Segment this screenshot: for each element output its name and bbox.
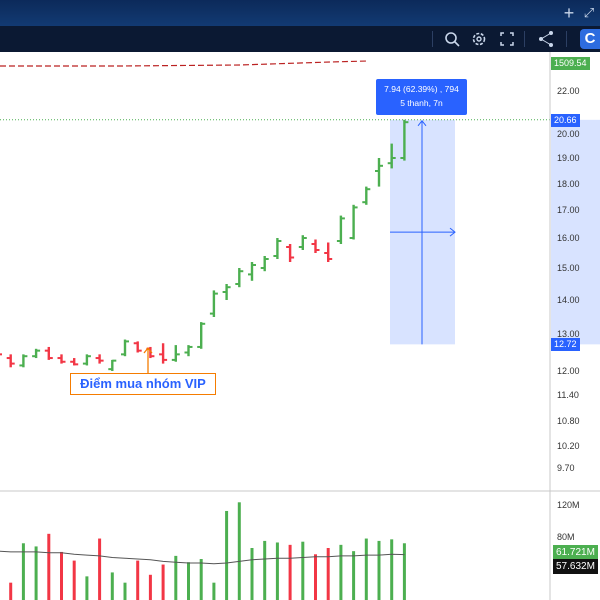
measure-tooltip: 7.94 (62.39%) , 794 5 thanh, 7n (376, 79, 467, 115)
volume-tick-label: 80M (557, 531, 575, 542)
volume-bar (9, 582, 13, 600)
volume-bar (390, 539, 394, 600)
price-bar (209, 290, 218, 317)
volume-bar (161, 564, 165, 600)
price-bar (0, 353, 2, 356)
volume-bar (47, 533, 51, 600)
price-bar (286, 244, 295, 262)
volume-bar (288, 544, 292, 600)
volume-bar (98, 538, 102, 600)
price-bar (95, 354, 104, 364)
volume-bar (377, 540, 381, 600)
volume-bar (326, 548, 330, 600)
volume-bar (364, 538, 368, 600)
volume-bar (148, 574, 152, 600)
measure-change-text: 7.94 (62.39%) , 794 (384, 84, 459, 94)
price-tick-label: 22.00 (557, 86, 580, 96)
price-tick-label: 14.00 (557, 295, 580, 305)
volume-bar (199, 559, 203, 600)
measure-bars-text: 5 thanh, 7n (400, 98, 443, 108)
price-tick-label: 10.20 (557, 441, 580, 451)
volume-bars (9, 502, 406, 600)
price-tick-label: 16.00 (557, 233, 580, 243)
price-tick-label: 19.00 (557, 153, 580, 163)
buy-point-annotation[interactable]: Điểm mua nhóm VIP (70, 373, 216, 395)
indicator-value-tag: 1509.54 (551, 57, 590, 70)
price-bar (324, 242, 333, 262)
price-tick-label: 18.00 (557, 179, 580, 189)
price-bar (235, 268, 244, 288)
price-bar (44, 346, 53, 360)
volume-bar (352, 551, 356, 600)
price-bar (6, 354, 15, 368)
price-bar (311, 239, 320, 253)
price-bar (197, 322, 206, 349)
price-tick-label: 15.00 (557, 263, 580, 273)
price-bar (184, 345, 193, 357)
price-bar (222, 284, 231, 300)
volume-bar (237, 502, 241, 600)
volume-bar (110, 572, 114, 600)
volume-bar (187, 562, 190, 600)
volume-tick-label: 120M (557, 500, 580, 511)
volume-bar (225, 510, 229, 600)
price-bar (349, 204, 358, 240)
price-tick-label: 20.00 (557, 129, 580, 139)
price-bar (171, 345, 180, 362)
volume-bar (301, 541, 305, 600)
price-bar (260, 256, 269, 272)
measure-top-price-tag: 20.66 (551, 114, 580, 127)
volume-value-tag: 61.721M (553, 545, 598, 560)
annotation-arrow (143, 346, 153, 373)
volume-bar (85, 576, 89, 600)
price-tick-label: 10.80 (557, 416, 580, 426)
price-bar (159, 343, 168, 364)
volume-bar (34, 546, 38, 600)
price-bar (57, 354, 66, 364)
measure-bottom-price-tag: 12.72 (551, 338, 580, 351)
price-tick-label: 11.40 (557, 390, 579, 400)
volume-bar (212, 582, 216, 600)
volume-bar (123, 582, 127, 600)
price-bar (70, 358, 79, 366)
volume-bar (250, 548, 254, 600)
volume-bar (136, 560, 140, 600)
volume-bar (402, 543, 406, 600)
price-bar (298, 235, 307, 250)
price-chart[interactable] (0, 0, 600, 600)
volume-bar (339, 544, 343, 600)
price-tick-label: 12.00 (557, 366, 580, 376)
price-bar (362, 186, 371, 205)
volume-bar (275, 542, 279, 600)
price-bar (248, 262, 256, 281)
price-bar (32, 348, 41, 359)
price-bar (108, 359, 117, 371)
price-bar (121, 339, 129, 357)
price-bar (82, 354, 91, 366)
price-bar (375, 158, 383, 187)
price-bars (0, 119, 409, 371)
price-bar (273, 238, 282, 259)
volume-bar (263, 540, 267, 600)
volume-bar (72, 560, 76, 600)
volume-bar (314, 554, 317, 600)
price-tick-label: 9.70 (557, 463, 575, 473)
volume-ma-tag: 57.632M (553, 559, 598, 574)
volume-bar (60, 551, 63, 600)
price-bar (336, 215, 345, 244)
indicator-line (0, 60, 369, 67)
price-bar (19, 354, 28, 368)
price-bar (133, 341, 142, 353)
price-tick-label: 17.00 (557, 205, 580, 215)
